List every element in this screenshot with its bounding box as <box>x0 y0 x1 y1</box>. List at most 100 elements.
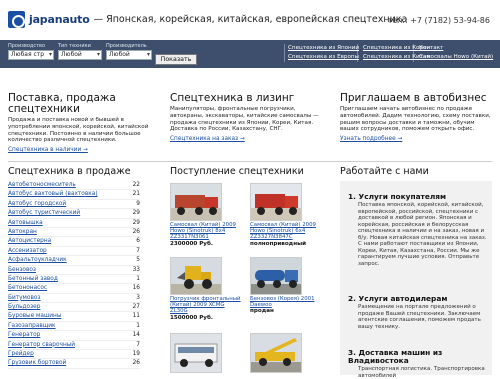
maker-label: Производитель <box>106 43 147 49</box>
sales-row: Буровые машины 11 <box>8 312 140 322</box>
arrival-link[interactable]: Погрузчик фронтальный (Китай) 2009 XCMG … <box>170 296 241 314</box>
sales-category-link[interactable]: Бульдозер <box>8 303 40 311</box>
manufacture-label: Производство <box>8 43 46 49</box>
arrival-card[interactable] <box>250 333 322 373</box>
sales-category-link[interactable]: Грузовик бортовой <box>8 359 66 367</box>
sales-category-link[interactable]: Бензовоз <box>8 266 36 274</box>
work-heading: Работайте с нами <box>340 166 429 177</box>
arrival-link[interactable]: Бензовоз (Корея) 2001 Daewoo <box>250 296 315 308</box>
truck-photo[interactable] <box>250 183 302 221</box>
sales-category-link[interactable]: Автобус туристический <box>8 209 80 217</box>
maker-select[interactable]: Любой <box>106 50 152 60</box>
site-tagline: — Японская, корейская, китайская, европе… <box>93 14 408 25</box>
arrival-link[interactable]: Самосвал (Китай) 2009 Howo (Sinotruk) 8x… <box>170 222 236 240</box>
sales-count: 19 <box>132 351 140 358</box>
tanker-photo[interactable] <box>250 257 302 295</box>
sales-category-link[interactable]: Генератор <box>8 331 40 339</box>
arrival-price: 1500000 Руб. <box>170 314 213 321</box>
promo-title: Поставка, продажа спецтехники <box>8 92 116 115</box>
promo-text: Приглашаем начать автобизнес по продаже … <box>340 106 491 133</box>
sales-category-link[interactable]: Автокран <box>8 228 37 236</box>
arrival-card[interactable]: Самосвал (Китай) 2009 Howo (Sinotruk) 6x… <box>250 183 322 247</box>
sales-row: Грузовик бортовой 26 <box>8 359 140 369</box>
sales-count: 11 <box>132 313 140 320</box>
sales-row: Автоцистерна 6 <box>8 237 140 247</box>
sales-category-link[interactable]: Автоцистерна <box>8 237 51 245</box>
dump-truck-icon <box>251 184 301 220</box>
sales-count: 29 <box>132 219 140 226</box>
manufacture-filter[interactable]: Производство Любая стр <box>8 43 54 60</box>
sales-category-link[interactable]: Автобус городской <box>8 200 66 208</box>
work-step-title: 2. Услуги автодилерам <box>348 294 448 303</box>
nav-divider <box>284 44 285 62</box>
phone-number: тел.: +7 (7182) 53-94-86 <box>387 16 490 25</box>
dump-truck-icon <box>171 184 221 220</box>
work-step: 1. Услуги покупателям Поставка японской,… <box>348 193 488 267</box>
sales-count: 6 <box>136 238 140 245</box>
nav-link-europe[interactable]: Спецтехника из Европы <box>288 54 359 60</box>
arrival-card[interactable]: Самосвал (Китай) 2009 Howo (Sinotruk) 8x… <box>170 183 242 247</box>
sales-category-link[interactable]: Грейдер <box>8 350 34 358</box>
manufacture-select[interactable]: Любая стр <box>8 50 54 60</box>
work-step-text: Транспортная логистика. Транспортировка … <box>358 366 485 379</box>
sales-category-link[interactable]: Бетонный завод <box>8 275 58 283</box>
arrival-card[interactable]: Бензовоз (Корея) 2001 Daewoo продан <box>250 257 322 314</box>
sales-category-link[interactable]: Буровые машины <box>8 312 61 320</box>
sales-count: 26 <box>132 228 140 235</box>
sales-category-link[interactable]: Бетононасос <box>8 284 47 292</box>
sales-count: 14 <box>132 332 140 339</box>
sales-list: Автобетоносмеситель 22 Автобус вахтовый (в… <box>8 181 140 369</box>
promo-link[interactable]: Спецтехника в наличии → <box>8 147 158 153</box>
crane-photo[interactable] <box>250 333 302 373</box>
sales-row: Бульдозер 27 <box>8 303 140 313</box>
bus-photo[interactable] <box>170 333 222 373</box>
sales-count: 3 <box>136 294 140 301</box>
sales-count: 22 <box>132 182 140 188</box>
sales-count: 26 <box>132 360 140 367</box>
promo-link[interactable]: Спецтехника на заказ → <box>170 136 330 142</box>
loader-icon <box>171 258 221 294</box>
sales-row: Генератор сварочный 7 <box>8 341 140 351</box>
sales-row: Грейдер 19 <box>8 350 140 360</box>
type-filter[interactable]: Тип техники Любой <box>58 43 102 60</box>
arrival-card[interactable] <box>170 333 242 373</box>
show-button[interactable]: Показать <box>155 54 197 65</box>
promo-link[interactable]: Узнать подробнее → <box>340 136 492 142</box>
sales-category-link[interactable]: Асфальтоукладчик <box>8 256 67 264</box>
nav-link-japan[interactable]: Спецтехника из Японии <box>288 45 359 51</box>
sales-row: Битумовоз 3 <box>8 294 140 304</box>
maker-filter[interactable]: Производитель Любой <box>106 43 152 60</box>
type-label: Тип техники <box>58 43 91 49</box>
arrival-card[interactable]: Погрузчик фронтальный (Китай) 2009 XCMG … <box>170 257 242 321</box>
truck-photo[interactable] <box>170 183 222 221</box>
promo-leasing: Спецтехника в лизинг Манипуляторы, фронт… <box>170 92 330 143</box>
sales-category-link[interactable]: Генератор сварочный <box>8 341 75 349</box>
sales-category-link[interactable]: Битумовоз <box>8 294 41 302</box>
sales-category-link[interactable]: Автобетоносмеситель <box>8 181 76 189</box>
tanker-icon <box>251 258 301 294</box>
sales-count: 21 <box>132 191 140 198</box>
work-step-text: Размещение на портале предложений о прод… <box>358 304 481 330</box>
sales-row: Автовышка 29 <box>8 219 140 228</box>
sales-row: Автобус городской 9 <box>8 200 140 210</box>
section-divider <box>8 161 492 162</box>
promo-title: Спецтехника в лизинг <box>170 92 295 104</box>
arrival-link[interactable]: Самосвал (Китай) 2009 Howo (Sinotruk) 6x… <box>250 222 316 240</box>
sales-category-link[interactable]: Газозаправщик <box>8 322 56 330</box>
sales-row: Автобус туристический 29 <box>8 209 140 219</box>
sales-count: 1 <box>136 322 140 329</box>
sales-category-link[interactable]: Автовышка <box>8 219 43 227</box>
nav-link-contact[interactable]: Контакт <box>419 45 443 51</box>
sales-category-link[interactable]: Ассенизатор <box>8 247 47 255</box>
sales-category-link[interactable]: Автобус вахтовый (вахтовка) <box>8 190 98 198</box>
loader-photo[interactable] <box>170 257 222 295</box>
logo[interactable]: japanauto — Японская, корейская, китайск… <box>8 11 407 28</box>
sales-row: Бензовоз 33 <box>8 266 140 275</box>
bus-icon <box>171 334 221 372</box>
work-panel: 1. Услуги покупателям Поставка японской,… <box>340 181 492 379</box>
header: japanauto — Японская, корейская, китайск… <box>0 0 500 40</box>
type-select[interactable]: Любой <box>58 50 102 60</box>
nav-link-howo[interactable]: Самосвалы Howo (Китай) <box>419 54 493 60</box>
sales-row: Бетононасос 16 <box>8 284 140 294</box>
sales-count: 29 <box>132 210 140 217</box>
